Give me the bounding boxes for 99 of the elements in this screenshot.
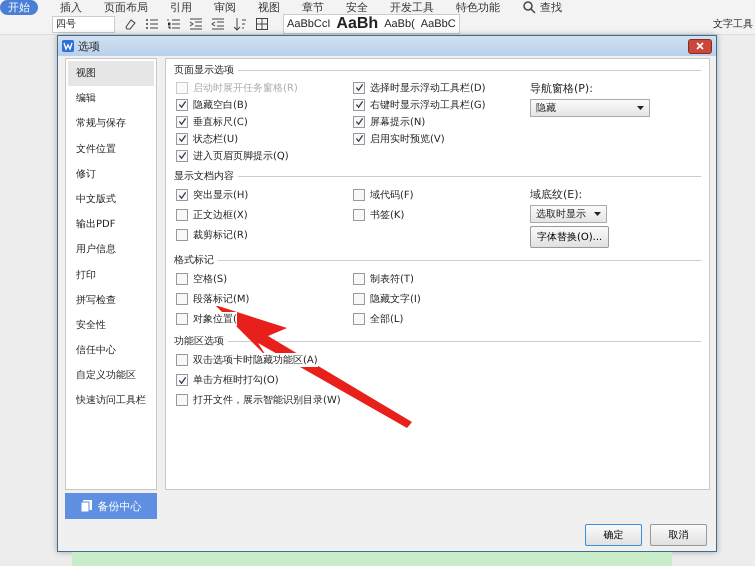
checkbox[interactable] — [176, 394, 188, 406]
field-label: 导航窗格(P): — [530, 81, 593, 96]
dialog-button[interactable]: 取消 — [650, 524, 707, 546]
checkbox-label: 对象位置( — [193, 312, 237, 326]
checkbox-label: 垂直标尺(C) — [193, 114, 248, 128]
category-item[interactable]: 修订 — [68, 162, 154, 187]
style-gallery[interactable]: AaBbCcI AaBh AaBb( AaBbC — [283, 14, 460, 34]
checkbox-label: 裁剪标记(R) — [193, 228, 248, 242]
checkbox-label: 书签(K) — [370, 208, 404, 222]
font-size-field[interactable]: 四号 — [52, 16, 115, 32]
checkbox[interactable] — [176, 354, 188, 366]
category-item[interactable]: 信任中心 — [68, 338, 154, 364]
checkbox-label: 选择时显示浮动工具栏(D) — [370, 80, 486, 94]
category-item[interactable]: 文件位置 — [68, 136, 154, 162]
checkbox[interactable] — [353, 293, 365, 305]
checkbox-label: 突出显示(H) — [193, 188, 248, 202]
checkbox[interactable] — [176, 313, 188, 325]
checkbox-label: 进入页眉页脚提示(Q) — [193, 148, 289, 162]
eraser-icon[interactable] — [123, 17, 137, 31]
category-item[interactable]: 安全性 — [68, 312, 154, 338]
category-item[interactable]: 编辑 — [68, 86, 154, 112]
checkbox[interactable] — [353, 132, 365, 144]
font-replace-button[interactable]: 字体替换(O)... — [530, 226, 610, 248]
dropdown[interactable]: 隐藏 — [530, 99, 650, 117]
checkbox-label: 右键时显示浮动工具栏(G) — [370, 98, 486, 112]
ribbon-tab[interactable]: 章节 — [302, 0, 324, 14]
category-item[interactable]: 中文版式 — [68, 186, 154, 212]
checkbox-label: 启动时展开任务窗格(R) — [193, 80, 298, 94]
checkbox-label: 启用实时预览(V) — [370, 132, 445, 146]
checkbox[interactable] — [353, 116, 365, 128]
caret-icon — [637, 106, 644, 110]
checkbox[interactable] — [176, 116, 188, 128]
checkbox-label: 空格(S) — [193, 272, 228, 286]
sort-icon[interactable] — [233, 17, 247, 31]
table-icon[interactable] — [255, 17, 269, 31]
pages-icon — [80, 500, 92, 512]
app-logo-icon — [62, 40, 74, 52]
category-item[interactable]: 输出PDF — [68, 212, 154, 238]
section-title: 功能区选项 — [174, 334, 224, 348]
checkbox[interactable] — [353, 82, 365, 94]
section-title: 格式标记 — [174, 254, 214, 267]
ribbon-tab[interactable]: 开始 — [0, 0, 38, 14]
ribbon-tab[interactable]: 特色功能 — [456, 0, 500, 14]
ribbon-tab[interactable]: 视图 — [258, 0, 280, 14]
search-icon[interactable] — [522, 0, 536, 14]
checkbox[interactable] — [176, 98, 188, 110]
checkbox-label: 隐藏文字(I) — [370, 292, 421, 306]
checkbox-label: 隐藏空白(B) — [193, 98, 248, 112]
checkbox-label: 段落标记(M) — [193, 292, 250, 306]
outdent-icon[interactable] — [211, 17, 225, 31]
indent-icon[interactable] — [189, 17, 203, 31]
checkbox-label: 状态栏(U) — [193, 132, 238, 146]
checkbox-label: 打开文件，展示智能识别目录(W) — [193, 393, 341, 407]
checkbox[interactable] — [176, 273, 188, 285]
checkbox[interactable] — [176, 209, 188, 221]
category-item[interactable]: 快速访问工具栏 — [68, 388, 154, 414]
checkbox[interactable] — [176, 132, 188, 144]
bullet-list-icon[interactable] — [145, 17, 159, 31]
search-link[interactable]: 查找 — [540, 0, 562, 14]
close-button[interactable] — [688, 38, 712, 54]
category-item[interactable]: 用户信息 — [68, 237, 154, 262]
checkbox-label: 屏幕提示(N) — [370, 114, 426, 128]
section-title: 页面显示选项 — [174, 64, 234, 77]
checkbox-label: 制表符(T) — [370, 272, 414, 286]
ribbon-tab[interactable]: 开发工具 — [390, 0, 434, 14]
checkbox[interactable] — [176, 374, 188, 386]
category-item[interactable]: 视图 — [68, 61, 154, 86]
checkbox[interactable] — [176, 189, 188, 201]
close-icon — [696, 42, 704, 50]
numbered-list-icon[interactable] — [167, 17, 181, 31]
category-item[interactable]: 自定义功能区 — [68, 363, 154, 388]
ribbon-tab[interactable]: 引用 — [170, 0, 192, 14]
ribbon-tab[interactable]: 插入 — [60, 0, 82, 14]
category-item[interactable]: 打印 — [68, 262, 154, 288]
checkbox-label: 全部(L) — [370, 312, 404, 326]
window-title: 选项 — [78, 38, 100, 54]
checkbox[interactable] — [176, 150, 188, 162]
caret-icon — [594, 212, 601, 216]
checkbox[interactable] — [353, 98, 365, 110]
checkbox-label: 域代码(F) — [370, 188, 414, 202]
ribbon-tab[interactable]: 页面布局 — [104, 0, 148, 14]
ribbon-tab[interactable]: 安全 — [346, 0, 368, 14]
field-label: 域底纹(E): — [530, 187, 582, 202]
category-item[interactable]: 常规与保存 — [68, 111, 154, 137]
checkbox[interactable] — [353, 313, 365, 325]
text-tool-button[interactable]: 文字工具 — [713, 17, 755, 31]
checkbox[interactable] — [176, 293, 188, 305]
checkbox[interactable] — [176, 229, 188, 241]
dropdown[interactable]: 选取时显示 — [530, 205, 607, 223]
checkbox-label: 单击方框时打勾(O) — [193, 373, 279, 387]
category-item[interactable]: 拼写检查 — [68, 288, 154, 313]
checkbox-label: 双击选项卡时隐藏功能区(A) — [193, 353, 318, 367]
checkbox[interactable] — [353, 273, 365, 285]
section-title: 显示文档内容 — [174, 170, 234, 183]
dialog-button[interactable]: 确定 — [585, 524, 642, 546]
ribbon-tab[interactable]: 审阅 — [214, 0, 236, 14]
checkbox[interactable] — [353, 209, 365, 221]
checkbox[interactable] — [353, 189, 365, 201]
checkbox-label: 正文边框(X) — [193, 208, 248, 222]
